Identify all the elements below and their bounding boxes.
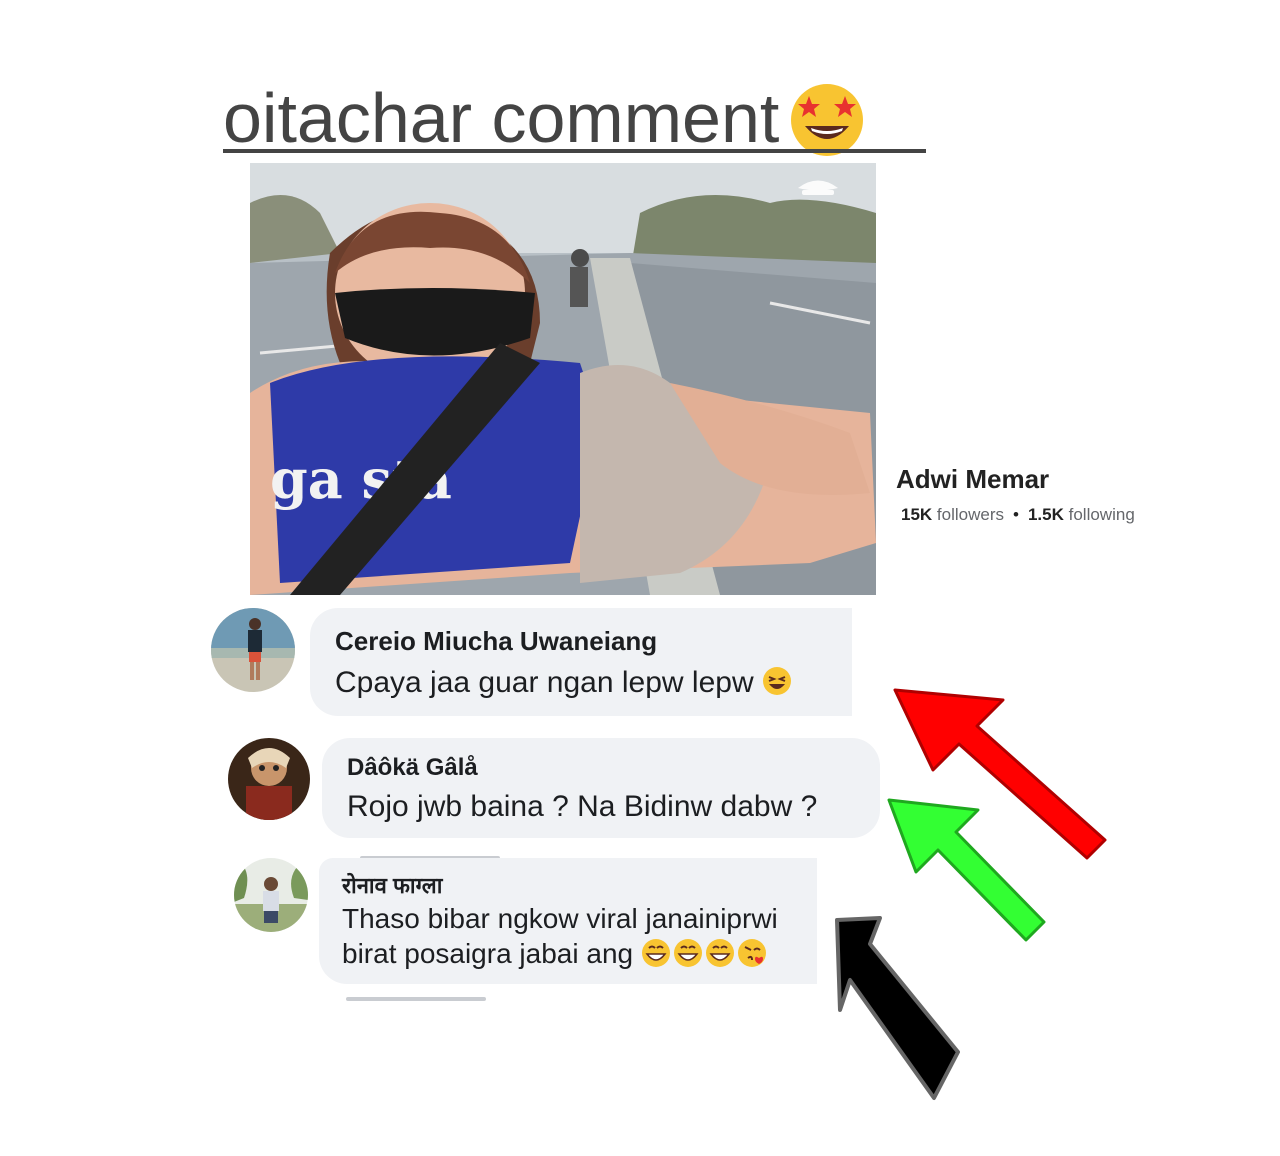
black-arrow-icon [835,916,960,1100]
arrows-overlay [835,688,1107,1100]
green-arrow-icon [887,798,1046,942]
